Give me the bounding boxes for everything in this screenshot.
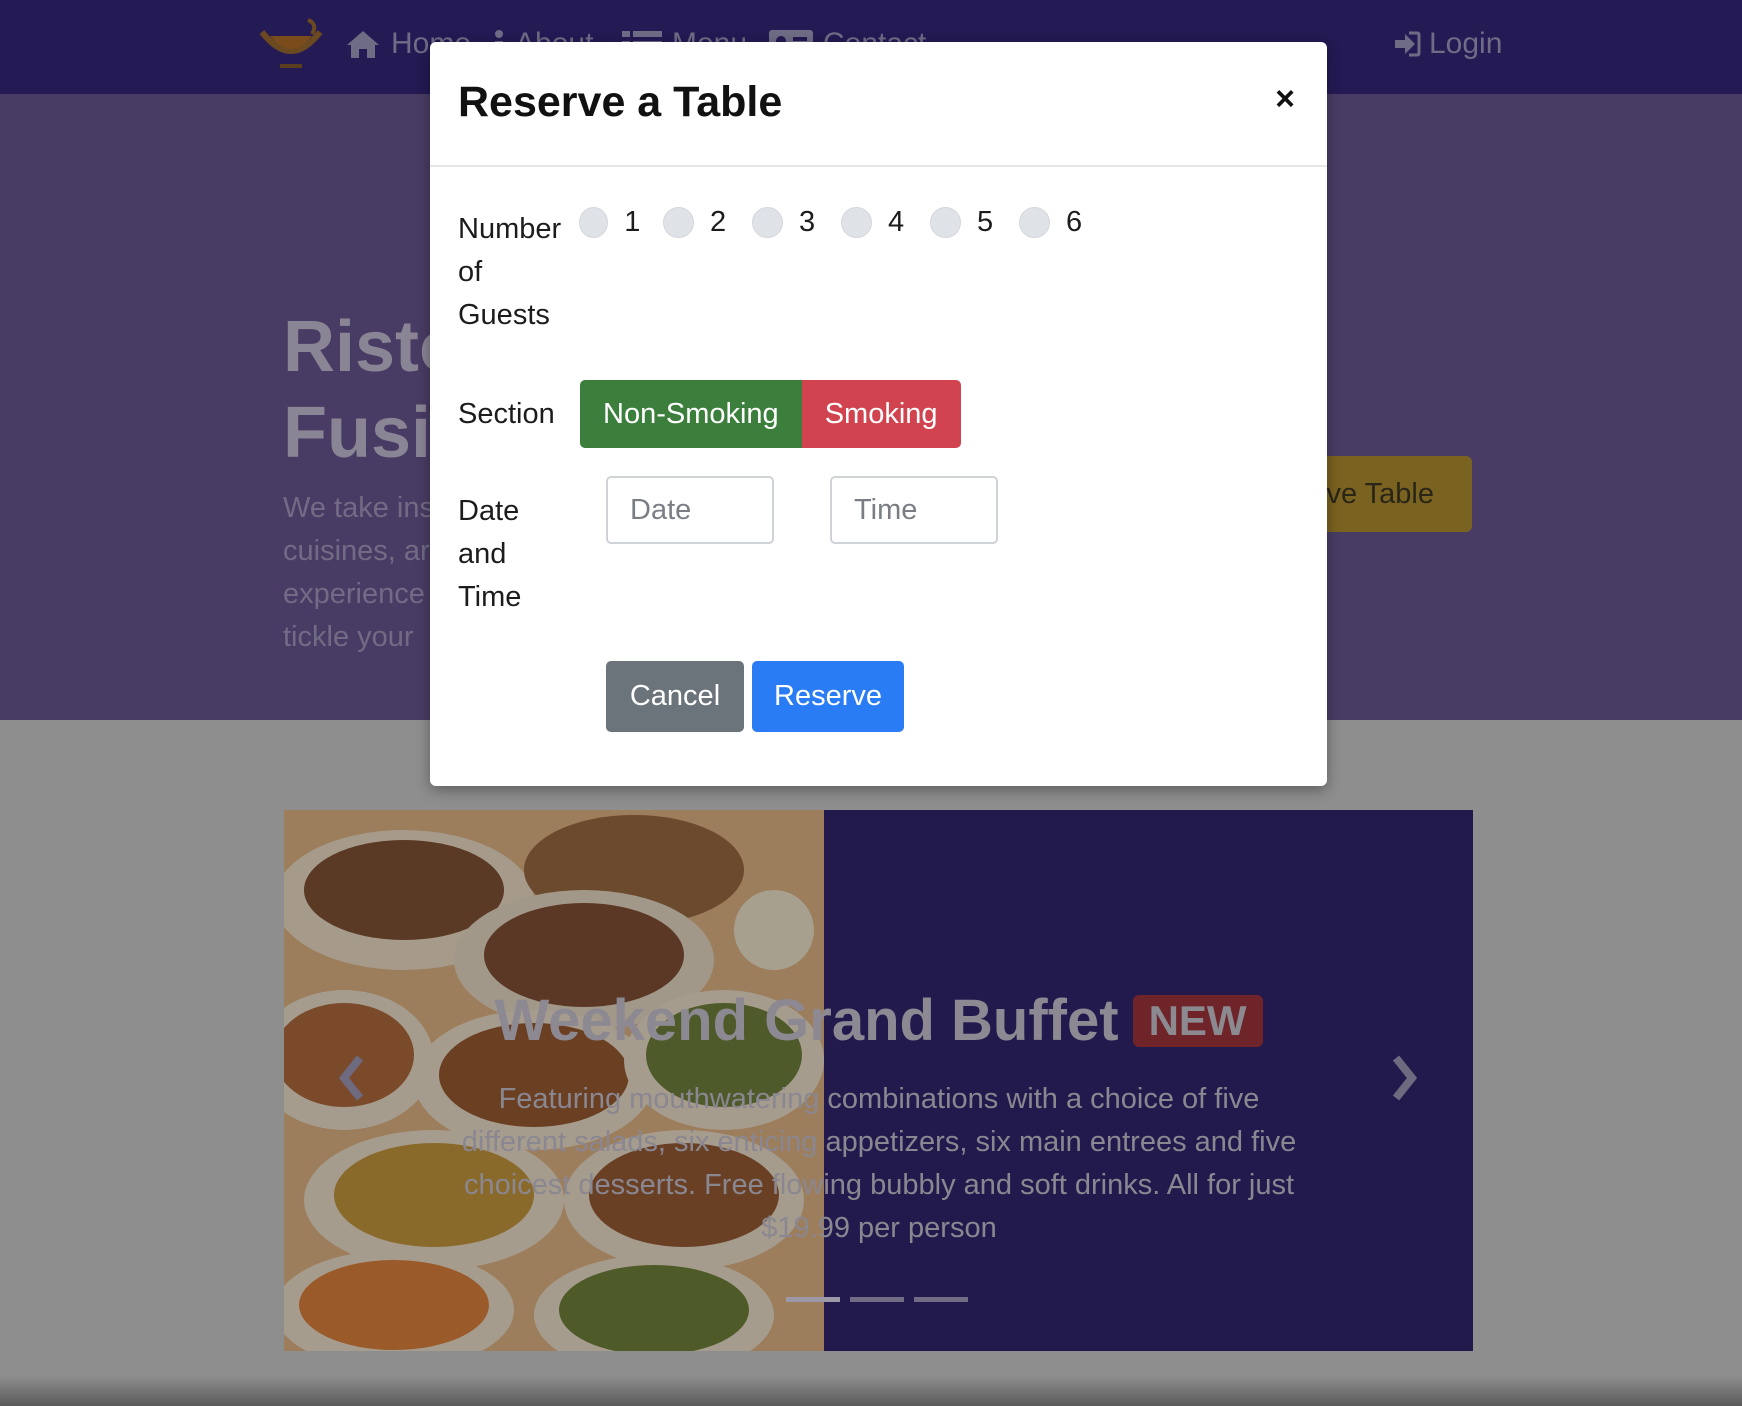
reserve-button[interactable]: Reserve: [752, 661, 904, 732]
carousel-indicator[interactable]: [914, 1297, 968, 1302]
close-icon[interactable]: ×: [1268, 82, 1302, 116]
guest-option-label: 6: [1066, 205, 1083, 238]
guest-option-6[interactable]: 6: [1019, 200, 1090, 244]
login-label: Login: [1429, 27, 1503, 60]
promo-carousel: Weekend Grand Buffet NEW Featuring mouthw…: [284, 810, 1473, 1351]
sign-in-icon: [1395, 31, 1421, 57]
radio-circle-icon[interactable]: [1019, 206, 1050, 238]
section-label: Section: [458, 398, 555, 430]
smoking-button[interactable]: Smoking: [801, 380, 961, 448]
guest-option-4[interactable]: 4: [841, 200, 912, 244]
new-badge: NEW: [1132, 994, 1263, 1047]
non-smoking-button[interactable]: Non-Smoking: [580, 380, 802, 448]
cancel-button[interactable]: Cancel: [606, 661, 744, 732]
hero-reserve-label: ve Table: [1326, 478, 1435, 510]
restaurant-logo[interactable]: [256, 14, 326, 72]
guest-option-2[interactable]: 2: [663, 200, 734, 244]
carousel-next-icon[interactable]: [1384, 1048, 1424, 1108]
modal-title: Reserve a Table: [458, 78, 783, 126]
guest-option-label: 3: [799, 205, 816, 238]
hero-title-line: Fusic: [283, 393, 443, 473]
footer-shadow: [0, 1376, 1742, 1406]
hero-description: We take ins cuisines, ar experience tick…: [283, 487, 433, 659]
date-input[interactable]: [606, 476, 774, 544]
radio-circle-icon[interactable]: [841, 206, 872, 238]
home-icon: [347, 31, 379, 58]
modal-header: Reserve a Table ×: [430, 42, 1327, 167]
guest-option-3[interactable]: 3: [752, 200, 823, 244]
carousel-indicator[interactable]: [786, 1297, 840, 1302]
hero-text-line: cuisines, ar: [283, 535, 430, 567]
carousel-prev-icon[interactable]: [332, 1048, 372, 1108]
hero-text-line: We take ins: [283, 492, 433, 524]
carousel-indicator[interactable]: [850, 1297, 904, 1302]
radio-circle-icon[interactable]: [930, 206, 961, 238]
guest-option-5[interactable]: 5: [930, 200, 1001, 244]
section-toggle-group: Non-Smoking Smoking: [580, 380, 961, 448]
hero-reserve-table-button[interactable]: ve Table: [1320, 456, 1472, 532]
guests-radio-group: 1 2 3 4 5 6: [579, 200, 1108, 244]
guest-option-label: 2: [710, 205, 727, 238]
carousel-caption-text: Featuring mouthwatering combinations wit…: [461, 1083, 1297, 1244]
nav-login[interactable]: Login: [1393, 22, 1502, 66]
time-input[interactable]: [830, 476, 998, 544]
hero-text-line: tickle your: [283, 621, 414, 653]
hero-title: Risto Fusic: [283, 304, 443, 476]
radio-circle-icon[interactable]: [752, 206, 783, 238]
carousel-indicators: [786, 1297, 968, 1302]
guest-option-label: 4: [888, 205, 905, 238]
carousel-title-text: Weekend Grand Buffet: [494, 988, 1119, 1053]
hero-text-line: experience: [283, 578, 425, 610]
guest-option-label: 5: [977, 205, 994, 238]
radio-circle-icon[interactable]: [663, 206, 694, 238]
carousel-caption-title: Weekend Grand Buffet NEW: [284, 987, 1473, 1054]
guest-option-label: 1: [624, 205, 641, 238]
guest-option-1[interactable]: 1: [579, 200, 645, 244]
datetime-label: Date and Time: [458, 495, 522, 613]
reserve-table-modal: Reserve a Table × Number of Guests 1 2 3…: [430, 42, 1327, 786]
radio-circle-icon[interactable]: [579, 206, 609, 238]
hero-title-line: Risto: [283, 307, 443, 387]
guests-label: Number of Guests: [458, 213, 562, 331]
